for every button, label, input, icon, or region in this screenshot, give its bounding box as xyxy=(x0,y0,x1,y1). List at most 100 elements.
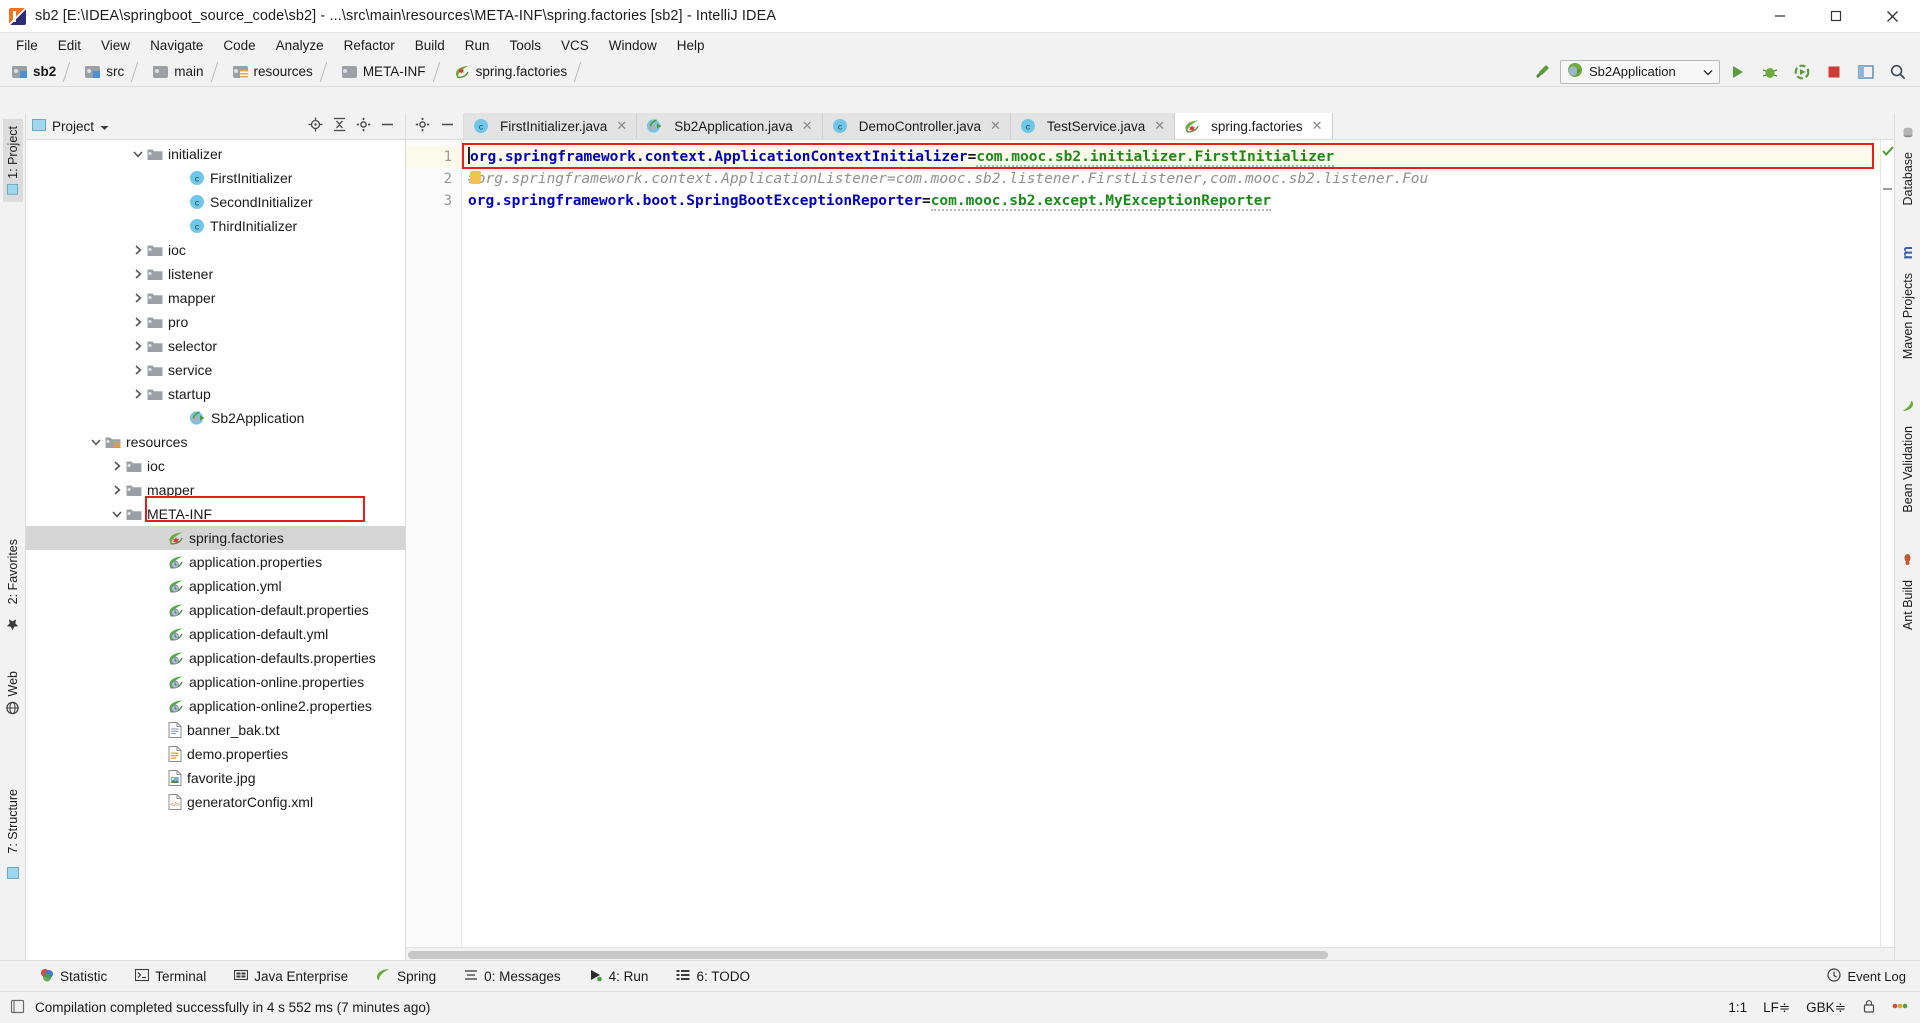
menu-edit[interactable]: Edit xyxy=(48,36,91,55)
chevron-right-icon[interactable] xyxy=(131,387,145,401)
sidebar-item-project[interactable]: 1: Project xyxy=(2,119,23,202)
tree-node-banner-bak-txt[interactable]: banner_bak.txt xyxy=(26,718,405,742)
tree-node-application-default-yml[interactable]: application-default.yml xyxy=(26,622,405,646)
sidebar-item-favorites[interactable]: 2: Favorites xyxy=(3,532,23,611)
run-button[interactable] xyxy=(1724,59,1752,85)
structure-panel-icon[interactable] xyxy=(4,860,22,886)
tree-node-generatorconfig-xml[interactable]: </> generatorConfig.xml xyxy=(26,790,405,814)
run-configuration-selector[interactable]: Sb2Application xyxy=(1560,59,1720,84)
minimize-button[interactable] xyxy=(1752,0,1808,33)
maven-icon[interactable]: m xyxy=(1896,239,1919,266)
editor-tab-testservice-java[interactable]: c TestService.java ✕ xyxy=(1010,113,1176,139)
ant-build-icon[interactable] xyxy=(1898,546,1917,573)
hide-minus-icon[interactable] xyxy=(380,117,395,135)
editor-tab-firstinitializer-java[interactable]: c FirstInitializer.java ✕ xyxy=(464,113,638,139)
chevron-down-icon[interactable] xyxy=(100,119,109,134)
tree-node-ioc[interactable]: ioc xyxy=(26,238,405,262)
maximize-button[interactable] xyxy=(1808,0,1864,33)
code-line[interactable]: org.springframework.context.ApplicationC… xyxy=(462,146,1880,168)
read-only-lock-icon[interactable] xyxy=(1862,999,1876,1016)
menu-navigate[interactable]: Navigate xyxy=(140,36,213,55)
tree-node-sb2application[interactable]: Sb2Application xyxy=(26,406,405,430)
sidebar-item-structure[interactable]: 7: Structure xyxy=(3,782,23,861)
tree-node-initializer[interactable]: initializer xyxy=(26,142,405,166)
tool-window-java-enterprise[interactable]: Java Enterprise xyxy=(220,961,362,992)
collapse-all-icon[interactable] xyxy=(332,117,347,135)
chevron-right-icon[interactable] xyxy=(131,267,145,281)
menu-view[interactable]: View xyxy=(91,36,140,55)
menu-refactor[interactable]: Refactor xyxy=(334,36,405,55)
inspections-icon[interactable] xyxy=(1892,999,1908,1016)
breadcrumb-sb2[interactable]: sb2 xyxy=(8,57,81,87)
chevron-right-icon[interactable] xyxy=(110,459,124,473)
tree-node-service[interactable]: service xyxy=(26,358,405,382)
layout-icon[interactable] xyxy=(1852,59,1880,85)
menu-analyze[interactable]: Analyze xyxy=(266,36,334,55)
search-everywhere-icon[interactable] xyxy=(1884,59,1912,85)
chevron-right-icon[interactable] xyxy=(110,483,124,497)
sidebar-item-database[interactable]: Database xyxy=(1898,145,1918,213)
tree-node-meta-inf[interactable]: META-INF xyxy=(26,502,405,526)
chevron-right-icon[interactable] xyxy=(131,291,145,305)
sidebar-item-maven-projects[interactable]: Maven Projects xyxy=(1898,266,1918,366)
breadcrumb-spring-factories[interactable]: spring.factories xyxy=(451,57,593,87)
build-hammer-icon[interactable] xyxy=(1528,59,1556,85)
settings-gear-icon[interactable] xyxy=(415,117,430,135)
chevron-right-icon[interactable] xyxy=(131,339,145,353)
menu-file[interactable]: File xyxy=(6,36,48,55)
menu-tools[interactable]: Tools xyxy=(500,36,552,55)
locate-icon[interactable] xyxy=(308,117,323,135)
stop-button[interactable] xyxy=(1820,59,1848,85)
caret-position[interactable]: 1:1 xyxy=(1728,1000,1747,1015)
tool-window-terminal[interactable]: Terminal xyxy=(121,961,220,992)
menu-run[interactable]: Run xyxy=(455,36,500,55)
tree-node-thirdinitializer[interactable]: c ThirdInitializer xyxy=(26,214,405,238)
tool-window-todo[interactable]: 6: TODO xyxy=(662,961,764,992)
sidebar-item-ant-build[interactable]: Ant Build xyxy=(1898,573,1918,637)
editor-tab-spring-factories[interactable]: spring.factories ✕ xyxy=(1175,113,1333,139)
file-encoding[interactable]: GBK≑ xyxy=(1806,1000,1846,1016)
breadcrumb-resources[interactable]: resources xyxy=(229,57,338,87)
scrollbar-thumb[interactable] xyxy=(408,951,1328,959)
chevron-down-icon[interactable] xyxy=(89,435,103,449)
chevron-right-icon[interactable] xyxy=(131,243,145,257)
editor-tab-sb2application-java[interactable]: Sb2Application.java ✕ xyxy=(637,113,823,139)
chevron-right-icon[interactable] xyxy=(131,315,145,329)
menu-code[interactable]: Code xyxy=(213,36,265,55)
debug-button[interactable] xyxy=(1756,59,1784,85)
editor-code-content[interactable]: org.springframework.context.ApplicationC… xyxy=(462,140,1880,947)
tree-node-ioc[interactable]: ioc xyxy=(26,454,405,478)
favorites-star-icon[interactable] xyxy=(3,611,22,638)
close-icon[interactable]: ✕ xyxy=(1312,118,1323,134)
tree-node-firstinitializer[interactable]: c FirstInitializer xyxy=(26,166,405,190)
intention-bulb-icon[interactable] xyxy=(470,171,481,184)
chevron-down-icon[interactable] xyxy=(131,147,145,161)
tree-node-application-yml[interactable]: application.yml xyxy=(26,574,405,598)
close-button[interactable] xyxy=(1864,0,1920,33)
project-tree[interactable]: initializer c FirstInitializer c SecondIniti… xyxy=(26,140,405,960)
tree-node-startup[interactable]: startup xyxy=(26,382,405,406)
menu-build[interactable]: Build xyxy=(405,36,455,55)
tree-node-application-default-properties[interactable]: application-default.properties xyxy=(26,598,405,622)
settings-gear-icon[interactable] xyxy=(356,117,371,135)
tree-node-application-properties[interactable]: application.properties xyxy=(26,550,405,574)
menu-window[interactable]: Window xyxy=(599,36,667,55)
chevron-right-icon[interactable] xyxy=(131,363,145,377)
tree-node-secondinitializer[interactable]: c SecondInitializer xyxy=(26,190,405,214)
menu-help[interactable]: Help xyxy=(667,36,715,55)
close-icon[interactable]: ✕ xyxy=(990,118,1001,134)
breadcrumb-meta-inf[interactable]: META-INF xyxy=(338,57,451,87)
tree-node-application-defaults-properties[interactable]: application-defaults.properties xyxy=(26,646,405,670)
close-icon[interactable]: ✕ xyxy=(616,118,627,134)
tree-node-listener[interactable]: listener xyxy=(26,262,405,286)
tree-node-demo-properties[interactable]: demo.properties xyxy=(26,742,405,766)
tree-node-favorite-jpg[interactable]: favorite.jpg xyxy=(26,766,405,790)
tree-node-resources[interactable]: resources xyxy=(26,430,405,454)
code-line[interactable]: #org.springframework.context.Application… xyxy=(462,168,1880,190)
tree-node-selector[interactable]: selector xyxy=(26,334,405,358)
editor-horizontal-scrollbar[interactable] xyxy=(406,947,1894,960)
tree-node-application-online2-properties[interactable]: application-online2.properties xyxy=(26,694,405,718)
hide-minus-icon[interactable] xyxy=(440,117,455,135)
breadcrumb-src[interactable]: src xyxy=(81,57,149,87)
tool-window-messages[interactable]: 0: Messages xyxy=(450,961,575,992)
